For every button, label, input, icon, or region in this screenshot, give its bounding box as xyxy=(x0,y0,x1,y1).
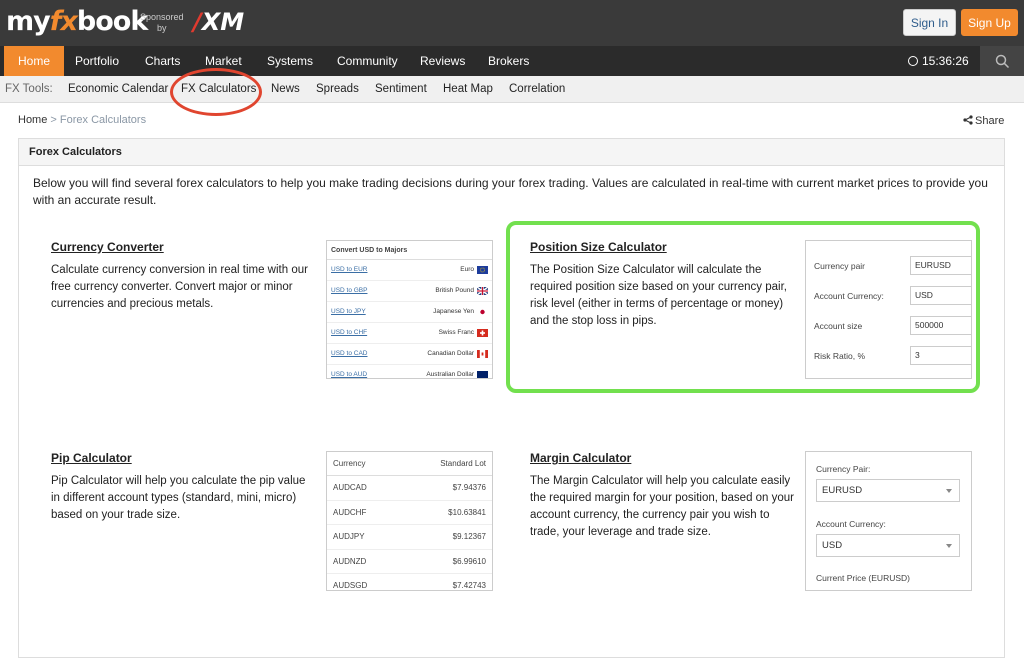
search-button[interactable] xyxy=(980,46,1024,76)
main-nav: Home Portfolio Charts Market Systems Com… xyxy=(0,46,1024,76)
field-label: Account Currency: xyxy=(814,291,884,301)
fx-tools-label: FX Tools: xyxy=(5,83,53,95)
list-item: USD to GBP British Pound xyxy=(327,281,492,302)
clock-icon xyxy=(908,56,918,66)
japan-flag-icon xyxy=(477,308,488,316)
chevron-down-icon xyxy=(946,489,952,493)
subnav-spreads[interactable]: Spreads xyxy=(316,76,359,103)
uk-flag-icon xyxy=(477,287,488,295)
current-price-label: Current Price (EURUSD) xyxy=(816,573,910,583)
panel-title: Forex Calculators xyxy=(19,139,1004,166)
subnav-heat-map[interactable]: Heat Map xyxy=(443,76,493,103)
nav-reviews[interactable]: Reviews xyxy=(420,46,465,76)
sign-up-button[interactable]: Sign Up xyxy=(961,9,1018,36)
search-icon xyxy=(995,54,1009,68)
table-row: AUDJPY $9.12367 xyxy=(327,525,492,550)
list-item: USD to CAD Canadian Dollar xyxy=(327,344,492,365)
position-size-calculator-link[interactable]: Position Size Calculator xyxy=(530,240,667,254)
share-icon xyxy=(963,115,973,125)
account-currency-field: USD xyxy=(910,286,971,305)
canada-flag-icon xyxy=(477,350,488,358)
currency-pair-label: Currency Pair: xyxy=(816,464,871,474)
currency-pair-field: EURUSD xyxy=(910,256,971,275)
pip-calculator-preview[interactable]: Currency Standard Lot AUDCAD $7.94376 AUDC… xyxy=(326,451,493,591)
nav-home[interactable]: Home xyxy=(4,46,65,76)
pip-calculator-link[interactable]: Pip Calculator xyxy=(51,451,132,465)
nav-portfolio[interactable]: Portfolio xyxy=(75,46,119,76)
sign-in-button[interactable]: Sign In xyxy=(903,9,956,36)
myfxbook-logo[interactable]: myfxbook xyxy=(6,6,148,37)
fx-tools-nav: FX Tools: Economic Calendar FX Calculato… xyxy=(0,76,1024,103)
australia-flag-icon xyxy=(477,371,488,378)
field-label: Currency pair xyxy=(814,261,866,271)
account-size-field: 500000 xyxy=(910,316,971,335)
fx-calculators-highlight-ring xyxy=(170,68,262,116)
currency-converter-desc: Calculate currency conversion in real ti… xyxy=(51,264,308,310)
subnav-correlation[interactable]: Correlation xyxy=(509,76,565,103)
account-currency-select: USD xyxy=(816,534,960,557)
xm-sponsor-logo[interactable]: /XM xyxy=(193,8,244,36)
swiss-flag-icon xyxy=(477,329,488,337)
nav-systems[interactable]: Systems xyxy=(267,46,313,76)
subnav-economic-calendar[interactable]: Economic Calendar xyxy=(68,76,168,103)
position-size-preview[interactable]: Currency pair EURUSD Account Currency: U… xyxy=(805,240,972,379)
list-item: USD to AUD Australian Dollar xyxy=(327,365,492,378)
currency-converter-link[interactable]: Currency Converter xyxy=(51,240,164,254)
field-label: Risk Ratio, % xyxy=(814,351,866,361)
position-size-desc: The Position Size Calculator will calcul… xyxy=(530,264,787,327)
eu-flag-icon xyxy=(477,266,488,274)
table-row: AUDSGD $7.42743 xyxy=(327,574,492,590)
subnav-sentiment[interactable]: Sentiment xyxy=(375,76,427,103)
table-row: AUDCAD $7.94376 xyxy=(327,476,492,501)
chevron-down-icon xyxy=(946,544,952,548)
list-item: USD to EUR Euro xyxy=(327,260,492,281)
breadcrumb: Home > Forex Calculators xyxy=(18,114,147,126)
breadcrumb-current: Forex Calculators xyxy=(59,114,147,126)
list-item: USD to JPY Japanese Yen xyxy=(327,302,492,323)
risk-ratio-field: 3 xyxy=(910,346,971,365)
nav-brokers[interactable]: Brokers xyxy=(488,46,529,76)
currency-pair-select: EURUSD xyxy=(816,479,960,502)
currency-converter-preview[interactable]: Convert USD to Majors USD to EUR Euro USD… xyxy=(326,240,493,379)
margin-calculator-desc: The Margin Calculator will help you calc… xyxy=(530,475,795,538)
margin-calculator-preview[interactable]: Currency Pair: EURUSD Account Currency: … xyxy=(805,451,972,591)
breadcrumb-home[interactable]: Home xyxy=(18,114,47,126)
account-currency-label: Account Currency: xyxy=(816,519,886,529)
table-header: Currency Standard Lot xyxy=(327,452,492,476)
nav-community[interactable]: Community xyxy=(337,46,398,76)
server-clock: 15:36:26 xyxy=(908,46,969,76)
nav-charts[interactable]: Charts xyxy=(145,46,180,76)
table-row: AUDCHF $10.63841 xyxy=(327,501,492,525)
pip-calculator-desc: Pip Calculator will help you calculate t… xyxy=(51,475,306,521)
field-label: Account size xyxy=(814,321,863,331)
top-header: myfxbook Sponsored by /XM Sign In Sign Up xyxy=(0,0,1024,46)
list-item: USD to CHF Swiss Franc xyxy=(327,323,492,344)
share-button[interactable]: Share xyxy=(963,114,1004,127)
sponsored-by-label: Sponsored by xyxy=(140,12,184,33)
subnav-news[interactable]: News xyxy=(271,76,300,103)
margin-calculator-link[interactable]: Margin Calculator xyxy=(530,451,631,465)
panel-intro: Below you will find several forex calcul… xyxy=(33,176,988,207)
table-row: AUDNZD $6.99610 xyxy=(327,550,492,574)
